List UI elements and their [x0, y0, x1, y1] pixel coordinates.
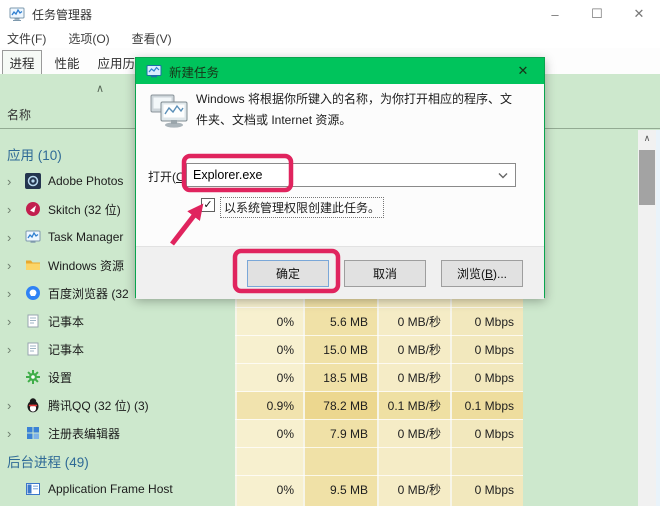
menu-view[interactable]: 查看(V): [121, 30, 183, 47]
chevron-right-icon[interactable]: ›: [7, 259, 21, 272]
name-column-header[interactable]: 名称: [7, 106, 31, 123]
collapse-column-icon[interactable]: ∧: [96, 82, 104, 95]
table-row-values[interactable]: 0% 5.6 MB 0 MB/秒 0 Mbps: [235, 307, 523, 335]
dialog-footer: 确定 取消 浏览(B)...: [136, 246, 544, 299]
disk-cell: 0 MB/秒: [377, 476, 450, 503]
disk-cell: 0 MB/秒: [377, 364, 450, 391]
table-row-values[interactable]: 0.9% 78.2 MB 0.1 MB/秒 0.1 Mbps: [235, 391, 523, 419]
browse-button[interactable]: 浏览(B)...: [441, 260, 523, 287]
cpu-cell: 0.9%: [235, 392, 303, 419]
vertical-scrollbar[interactable]: ∧: [638, 130, 656, 506]
menu-options[interactable]: 选项(O): [57, 30, 120, 47]
task-manager-icon: [25, 229, 41, 245]
network-cell: 0 Mbps: [450, 364, 523, 391]
network-cell: 0.1 Mbps: [450, 392, 523, 419]
dialog-description: Windows 将根据你所键入的名称，为你打开相应的程序、文件夹、文档或 Int…: [196, 89, 522, 131]
tab-processes[interactable]: 进程: [2, 50, 42, 74]
network-cell: 0 Mbps: [450, 308, 523, 335]
table-row-values[interactable]: 0% 15.0 MB 0 MB/秒 0 Mbps: [235, 335, 523, 363]
task-manager-window: 任务管理器 – ☐ ✕ 文件(F) 选项(O) 查看(V) 进程 性能 应用历史…: [0, 0, 660, 506]
process-row[interactable]: › 记事本: [0, 335, 235, 363]
table-row-values: [235, 447, 523, 475]
memory-cell: 78.2 MB: [303, 392, 377, 419]
skitch-icon: [25, 201, 41, 217]
registry-editor-icon: [25, 425, 41, 441]
dialog-close-icon[interactable]: ✕: [502, 58, 544, 84]
cpu-cell: 0%: [235, 336, 303, 363]
disk-cell: 0 MB/秒: [377, 308, 450, 335]
memory-cell: 9.5 MB: [303, 476, 377, 503]
window-edge: [656, 130, 660, 506]
scrollbar-thumb[interactable]: [639, 150, 655, 205]
admin-checkbox[interactable]: ✓: [201, 198, 215, 212]
disk-cell: 0.1 MB/秒: [377, 392, 450, 419]
disk-cell: 0 MB/秒: [377, 420, 450, 447]
baidu-browser-icon: [25, 285, 41, 301]
tab-performance[interactable]: 性能: [46, 50, 88, 74]
chevron-right-icon[interactable]: ›: [7, 399, 21, 412]
chevron-right-icon[interactable]: ›: [7, 427, 21, 440]
network-cell: 0 Mbps: [450, 476, 523, 503]
chevron-down-icon[interactable]: [498, 172, 508, 179]
cpu-cell: 0%: [235, 476, 303, 503]
chevron-right-icon[interactable]: ›: [7, 175, 21, 188]
group-header-background[interactable]: 后台进程 (49): [0, 447, 235, 475]
notepad-icon: [25, 341, 41, 357]
maximize-button[interactable]: ☐: [576, 0, 618, 28]
cpu-cell: 0%: [235, 308, 303, 335]
dialog-title-bar[interactable]: 新建任务 ✕: [136, 58, 544, 84]
chevron-right-icon[interactable]: ›: [7, 343, 21, 356]
task-manager-app-icon: [9, 6, 25, 22]
process-row[interactable]: › 腾讯QQ (32 位) (3): [0, 391, 235, 419]
notepad-icon: [25, 313, 41, 329]
memory-cell: 18.5 MB: [303, 364, 377, 391]
cpu-cell: 0%: [235, 420, 303, 447]
minimize-button[interactable]: –: [534, 0, 576, 28]
settings-gear-icon: [25, 369, 41, 385]
table-row-values[interactable]: 0% 18.5 MB 0 MB/秒 0 Mbps: [235, 363, 523, 391]
cancel-button[interactable]: 取消: [344, 260, 426, 287]
chevron-right-icon[interactable]: ›: [7, 287, 21, 300]
title-bar: 任务管理器 – ☐ ✕: [0, 0, 660, 28]
memory-cell: 7.9 MB: [303, 420, 377, 447]
process-row[interactable]: 设置: [0, 363, 235, 391]
admin-checkbox-label[interactable]: 以系统管理权限创建此任务。: [220, 197, 384, 218]
open-input-value[interactable]: Explorer.exe: [193, 168, 262, 182]
process-row[interactable]: Application Frame Host: [0, 475, 235, 503]
memory-cell: 5.6 MB: [303, 308, 377, 335]
process-row[interactable]: › 注册表编辑器: [0, 419, 235, 447]
window-title: 任务管理器: [32, 6, 92, 23]
chevron-right-icon[interactable]: ›: [7, 203, 21, 216]
chevron-right-icon[interactable]: ›: [7, 315, 21, 328]
process-row[interactable]: › 记事本: [0, 307, 235, 335]
application-frame-host-icon: [25, 481, 41, 497]
open-combobox[interactable]: Explorer.exe: [186, 163, 516, 187]
new-task-dialog: 新建任务 ✕ Windows 将根据你所键入的名称，为你打开相应的程序、文件夹、…: [135, 57, 545, 298]
network-cell: 0 Mbps: [450, 420, 523, 447]
network-cell: 0 Mbps: [450, 336, 523, 363]
memory-cell: 15.0 MB: [303, 336, 377, 363]
disk-cell: 0 MB/秒: [377, 336, 450, 363]
file-explorer-folder-icon: [25, 257, 41, 273]
check-icon: ✓: [203, 200, 212, 211]
menu-bar: 文件(F) 选项(O) 查看(V): [0, 28, 660, 48]
adobe-photoshop-icon: [25, 173, 41, 189]
table-row-values[interactable]: 0% 9.5 MB 0 MB/秒 0 Mbps: [235, 475, 523, 503]
qq-penguin-icon: [25, 397, 41, 413]
table-row-values[interactable]: 0% 7.9 MB 0 MB/秒 0 Mbps: [235, 419, 523, 447]
close-button[interactable]: ✕: [618, 0, 660, 28]
dialog-title: 新建任务: [169, 62, 219, 81]
cpu-cell: 0%: [235, 364, 303, 391]
menu-file[interactable]: 文件(F): [0, 30, 57, 47]
run-program-icon: [149, 94, 191, 130]
chevron-right-icon[interactable]: ›: [7, 231, 21, 244]
new-task-dialog-icon: [146, 63, 162, 79]
ok-button[interactable]: 确定: [247, 260, 329, 287]
scroll-up-icon[interactable]: ∧: [638, 130, 656, 146]
